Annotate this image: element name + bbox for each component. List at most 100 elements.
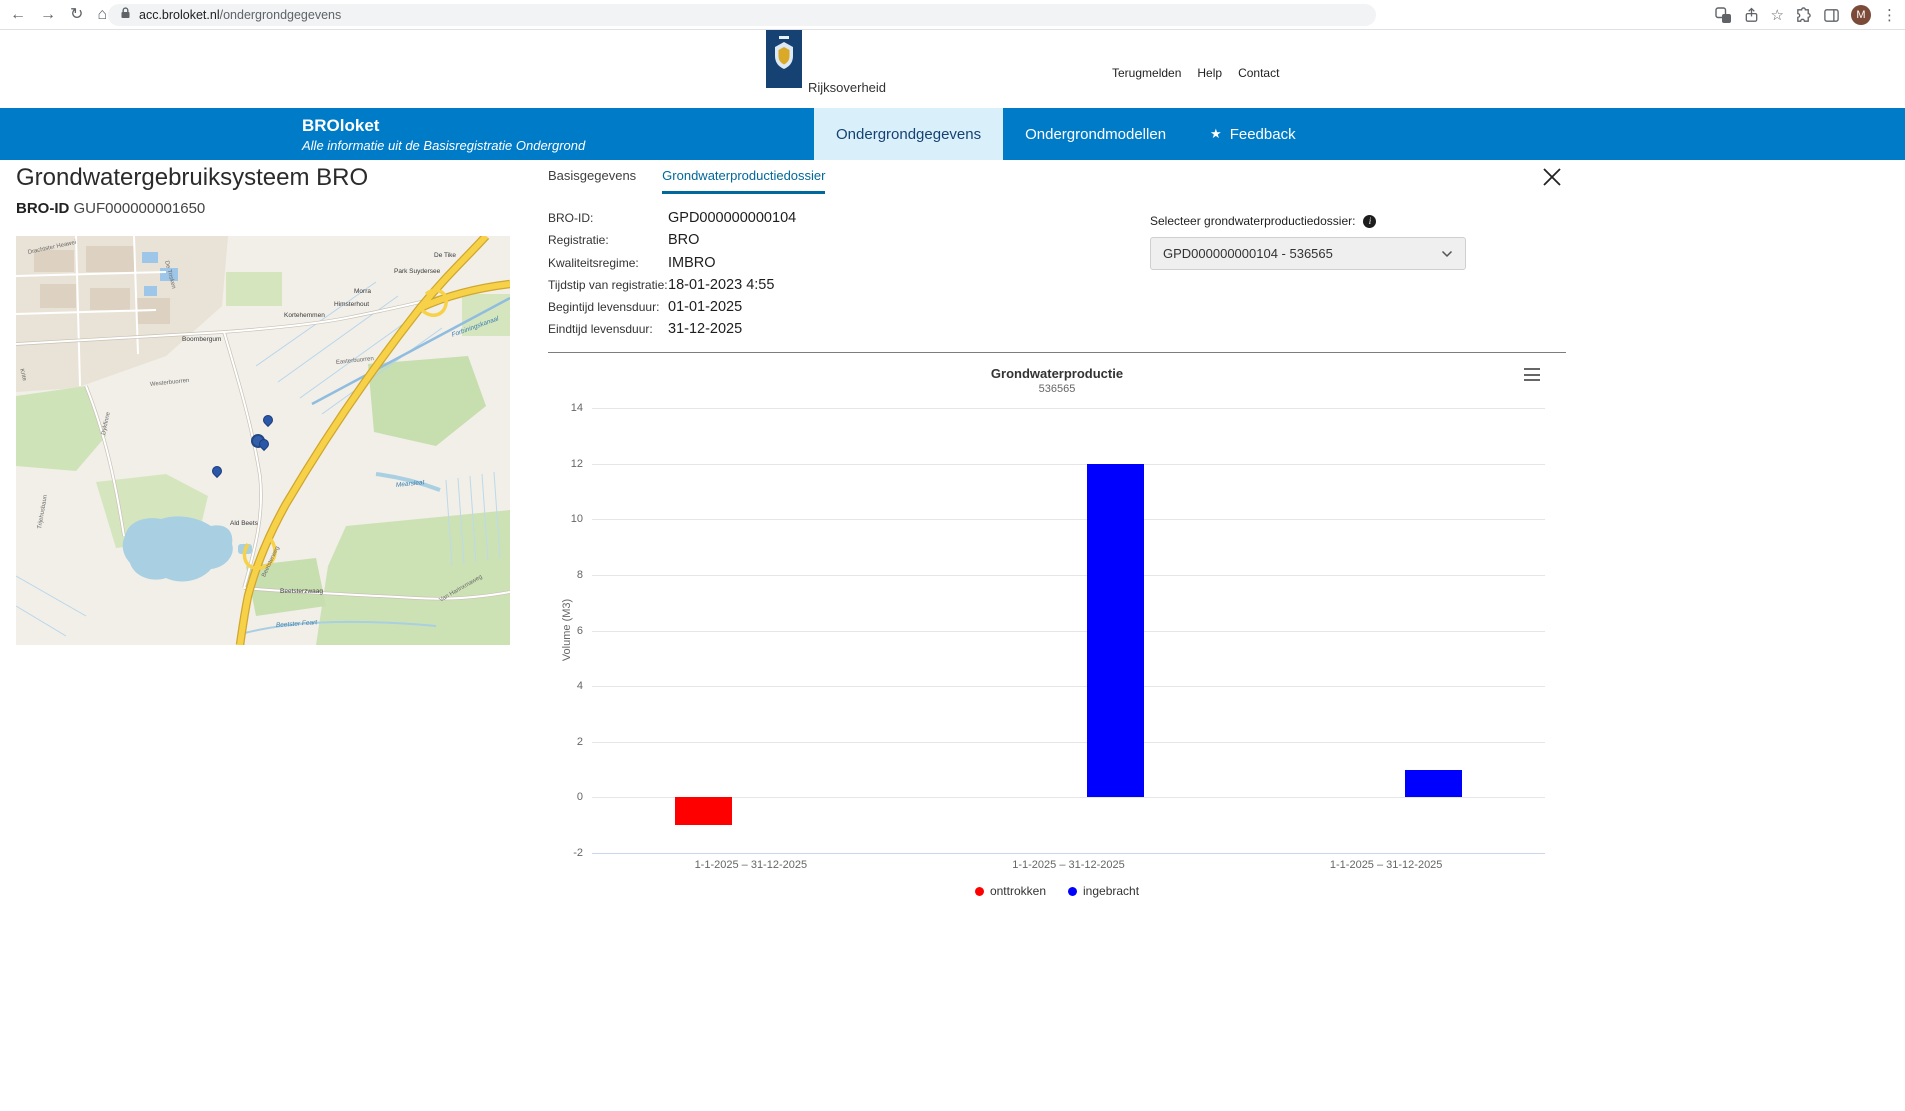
chart: Grondwaterproductie 536565 Volume (M3) -…	[548, 354, 1566, 910]
logo-wordmark: Rijksoverheid	[808, 80, 886, 95]
y-tick-label: 14	[548, 402, 583, 414]
dossier-select[interactable]: GPD000000000104 - 536565	[1150, 237, 1466, 270]
bro-id-value: GUF000000001650	[74, 200, 206, 217]
header-links: Terugmelden Help Contact	[1112, 66, 1279, 80]
field-label: BRO-ID:	[548, 211, 668, 225]
lock-icon	[120, 6, 131, 24]
translate-icon[interactable]	[1715, 7, 1732, 24]
back-icon[interactable]: ←	[10, 7, 26, 23]
nav-item-label: Ondergrondgegevens	[836, 126, 981, 143]
dossier-select-label-row: Selecteer grondwaterproductiedossier: i	[1150, 214, 1376, 228]
legend-item-onttrokken[interactable]: onttrokken	[975, 884, 1046, 898]
nav-item-ondergrondgegevens[interactable]: Ondergrondgegevens	[814, 108, 1003, 160]
x-tick-label: 1-1-2025 – 31-12-2025	[1301, 859, 1471, 871]
field-label: Registratie:	[548, 233, 668, 247]
y-tick-label: 2	[548, 736, 583, 748]
map-markers-layer	[16, 236, 510, 645]
brand-tagline: Alle informatie uit de Basisregistratie …	[302, 138, 585, 153]
legend-dot	[975, 887, 984, 896]
legend-label: ingebracht	[1083, 884, 1139, 898]
refresh-icon[interactable]: ↻	[70, 7, 83, 23]
map-marker[interactable]	[261, 413, 275, 427]
header-link-help[interactable]: Help	[1197, 66, 1222, 80]
nav-item-ondergrondmodellen[interactable]: Ondergrondmodellen	[1003, 108, 1188, 160]
y-tick-label: 4	[548, 680, 583, 692]
dossier-select-value: GPD000000000104 - 536565	[1163, 246, 1333, 261]
gridline	[592, 686, 1545, 687]
rijksoverheid-logo[interactable]	[766, 30, 802, 88]
bro-id-label: BRO-ID	[16, 200, 69, 217]
chart-bar-ingebracht[interactable]	[1405, 770, 1462, 798]
field-value: 01-01-2025	[668, 299, 742, 315]
field-row: Begintijd levensduur: 01-01-2025	[548, 299, 796, 315]
header-link-contact[interactable]: Contact	[1238, 66, 1279, 80]
brand-name: BROloket	[302, 116, 585, 136]
field-row: Kwaliteitsregime: IMBRO	[548, 255, 796, 271]
chart-menu-icon[interactable]	[1524, 368, 1540, 381]
chart-bar-onttrokken[interactable]	[675, 797, 732, 825]
gridline	[592, 519, 1545, 520]
nav-item-label: Feedback	[1230, 126, 1296, 143]
y-tick-label: 12	[548, 458, 583, 470]
header-link-terugmelden[interactable]: Terugmelden	[1112, 66, 1181, 80]
browser-toolbar: ← → ↻ ⌂ acc.broloket.nl/ondergrondgegeve…	[0, 0, 1905, 30]
gridline	[592, 575, 1545, 576]
gridline	[592, 797, 1545, 798]
url-bar[interactable]: acc.broloket.nl/ondergrondgegevens	[108, 4, 1376, 26]
chart-bar-ingebracht[interactable]	[1087, 464, 1144, 798]
field-value: 18-01-2023 4:55	[668, 277, 774, 293]
map-marker[interactable]	[210, 464, 224, 478]
share-icon[interactable]	[1743, 7, 1760, 24]
profile-avatar[interactable]: M	[1851, 5, 1871, 25]
field-label: Tijdstip van registratie:	[548, 278, 668, 292]
close-panel-button[interactable]	[1541, 166, 1565, 190]
map[interactable]: Drachtster HeaweiDe TriskenDe TikePark S…	[16, 236, 510, 645]
nav-item-label: Ondergrondmodellen	[1025, 126, 1166, 143]
chart-title: Grondwaterproductie	[548, 366, 1566, 381]
info-icon[interactable]: i	[1363, 215, 1376, 228]
field-label: Eindtijd levensduur:	[548, 322, 668, 336]
detail-tabs: Basisgegevens Grondwaterproductiedossier	[548, 168, 825, 194]
bookmark-star-icon[interactable]: ☆	[1771, 8, 1784, 23]
field-value: IMBRO	[668, 255, 716, 271]
y-tick-label: 6	[548, 625, 583, 637]
brand-block: BROloket Alle informatie uit de Basisreg…	[302, 116, 585, 153]
gridline	[592, 408, 1545, 409]
field-row: Eindtijd levensduur: 31-12-2025	[548, 321, 796, 337]
main-navbar: BROloket Alle informatie uit de Basisreg…	[0, 108, 1905, 160]
detail-fields: BRO-ID: GPD000000000104 Registratie: BRO…	[548, 210, 796, 338]
tab-basisgegevens[interactable]: Basisgegevens	[548, 168, 636, 194]
legend-label: onttrokken	[990, 884, 1046, 898]
home-icon[interactable]: ⌂	[97, 7, 107, 23]
field-label: Kwaliteitsregime:	[548, 256, 668, 270]
field-label: Begintijd levensduur:	[548, 300, 668, 314]
bro-id-row: BRO-ID GUF000000001650	[16, 200, 205, 217]
nav-item-feedback[interactable]: ★ Feedback	[1188, 108, 1318, 160]
field-value: 31-12-2025	[668, 321, 742, 337]
tab-grondwaterproductiedossier[interactable]: Grondwaterproductiedossier	[662, 168, 825, 194]
field-value: GPD000000000104	[668, 210, 796, 226]
gridline	[592, 631, 1545, 632]
gridline	[592, 742, 1545, 743]
forward-icon[interactable]: →	[40, 7, 56, 23]
field-value: BRO	[668, 232, 699, 248]
y-tick-label: 0	[548, 791, 583, 803]
extensions-icon[interactable]	[1795, 7, 1812, 24]
x-tick-label: 1-1-2025 – 31-12-2025	[666, 859, 836, 871]
page-title: Grondwatergebruiksysteem BRO	[16, 164, 368, 192]
chevron-down-icon	[1441, 245, 1453, 263]
y-tick-label: 8	[548, 569, 583, 581]
field-row: Tijdstip van registratie: 18-01-2023 4:5…	[548, 277, 796, 293]
chart-yticks: -202468101214	[548, 354, 588, 910]
dossier-select-label: Selecteer grondwaterproductiedossier:	[1150, 214, 1355, 228]
legend-item-ingebracht[interactable]: ingebracht	[1068, 884, 1139, 898]
x-tick-label: 1-1-2025 – 31-12-2025	[984, 859, 1154, 871]
url-text: acc.broloket.nl/ondergrondgegevens	[139, 8, 341, 22]
chart-legend: onttrokken ingebracht	[548, 884, 1566, 898]
side-panel-icon[interactable]	[1823, 7, 1840, 24]
chart-plot: 1-1-2025 – 31-12-20251-1-2025 – 31-12-20…	[592, 408, 1545, 853]
divider	[548, 352, 1566, 353]
menu-kebab-icon[interactable]: ⋮	[1882, 8, 1897, 23]
y-tick-label: 10	[548, 513, 583, 525]
field-row: Registratie: BRO	[548, 232, 796, 248]
